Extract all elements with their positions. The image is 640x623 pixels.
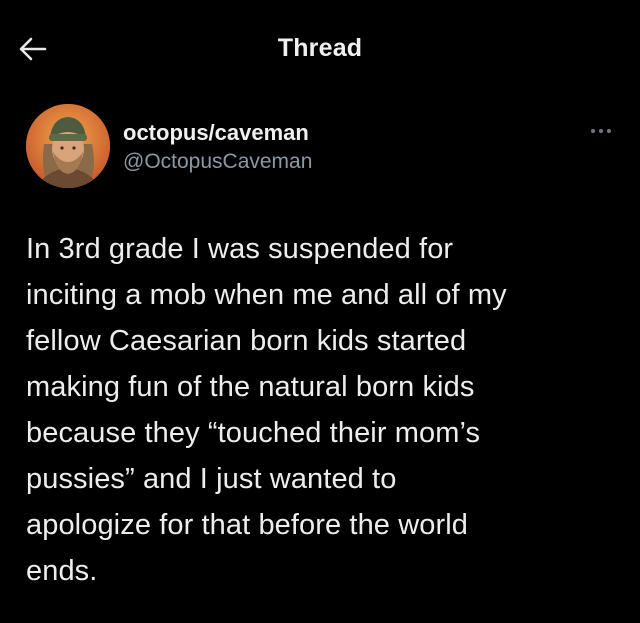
more-options-button[interactable] (588, 124, 614, 138)
more-dots-icon (588, 124, 614, 138)
page-title: Thread (277, 34, 363, 62)
tweet-line: apologize for that before the world (26, 509, 468, 541)
tweet-thread-screen: Thread octopus/caveman @OctopusCaveman I… (0, 0, 640, 623)
tweet-line: inciting a mob when me and all of my (26, 279, 507, 311)
tweet-text: In 3rd grade I was suspended for incitin… (26, 226, 622, 594)
tweet-line: In 3rd grade I was suspended for (26, 233, 454, 265)
user-handle[interactable]: @OctopusCaveman (123, 148, 312, 176)
display-name[interactable]: octopus/caveman (123, 120, 312, 146)
tweet-line: fellow Caesarian born kids started (26, 325, 467, 357)
avatar[interactable] (26, 104, 110, 188)
tweet-line: because they “touched their mom’s (26, 417, 481, 449)
tweet-line: making fun of the natural born kids (26, 371, 475, 403)
tweet-line: pussies” and I just wanted to (26, 463, 397, 495)
author-names: octopus/caveman @OctopusCaveman (123, 120, 312, 176)
tweet-author: octopus/caveman @OctopusCaveman (26, 104, 616, 194)
thread-header: Thread (0, 0, 640, 96)
tweet-line: ends. (26, 555, 98, 587)
